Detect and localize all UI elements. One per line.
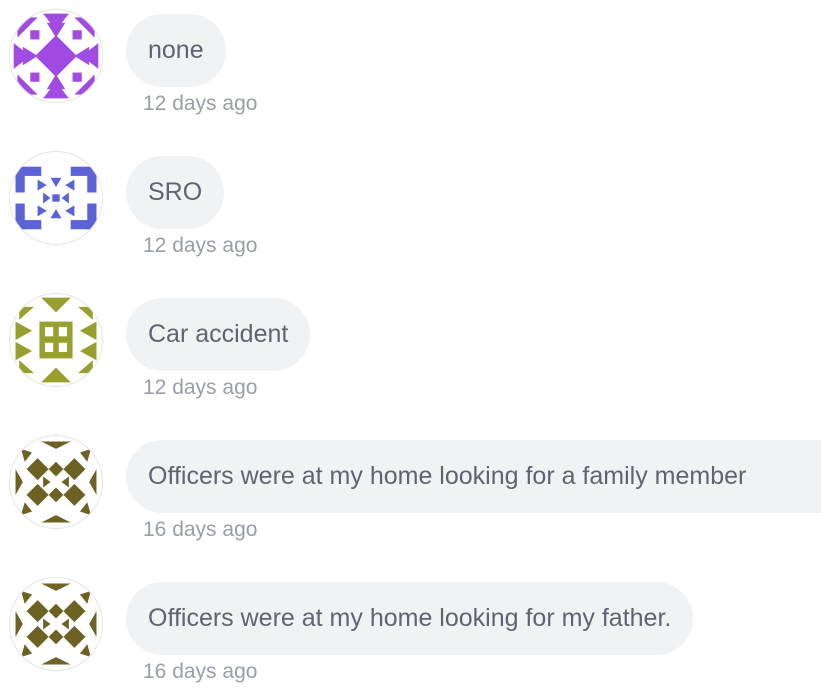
comment-bubble: SRO — [126, 156, 225, 229]
blue-identicon-avatar-icon[interactable] — [9, 151, 103, 245]
comment-item: SRO 12 days ago — [0, 142, 821, 262]
comment-timestamp: 12 days ago — [143, 234, 258, 257]
comment-feed: none 12 days ago SRO 12 days ago Car acc… — [0, 0, 821, 688]
dark-olive-identicon-avatar-icon[interactable] — [9, 577, 103, 671]
comment-item: Officers were at my home looking for my … — [0, 568, 821, 688]
comment-timestamp: 12 days ago — [143, 92, 258, 115]
comment-bubble: none — [126, 14, 226, 87]
comment-item: Car accident 12 days ago — [0, 284, 821, 404]
purple-identicon-avatar-icon[interactable] — [9, 9, 103, 103]
comment-bubble: Car accident — [126, 298, 311, 371]
comment-bubble: Officers were at my home looking for a f… — [126, 440, 821, 513]
comment-timestamp: 16 days ago — [143, 660, 258, 683]
comment-timestamp: 12 days ago — [143, 376, 258, 399]
comment-timestamp: 16 days ago — [143, 518, 258, 541]
dark-olive-identicon-avatar-icon[interactable] — [9, 435, 103, 529]
comment-item: Officers were at my home looking for a f… — [0, 426, 821, 546]
olive-identicon-avatar-icon[interactable] — [9, 293, 103, 387]
comment-item: none 12 days ago — [0, 0, 821, 120]
comment-bubble: Officers were at my home looking for my … — [126, 582, 694, 655]
